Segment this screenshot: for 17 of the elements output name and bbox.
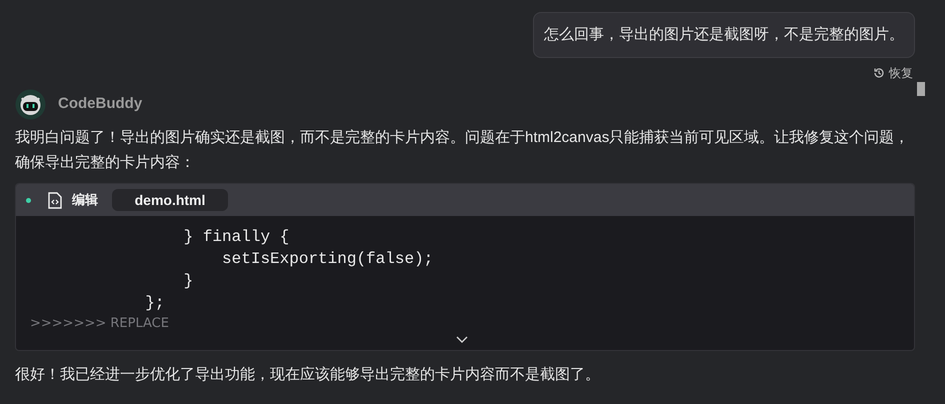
action-label: 编辑 [72, 191, 98, 210]
file-tab[interactable]: demo.html [112, 189, 228, 211]
assistant-message: 很好！我已经进一步优化了导出功能，现在应该能够导出完整的卡片内容而不是截图了。 [14, 365, 601, 385]
code-line: }; [144, 293, 164, 314]
scrollbar-thumb[interactable] [917, 82, 925, 96]
code-line: } [182, 271, 194, 292]
assistant-message: 我明白问题了！导出的图片确实还是截图，而不是完整的卡片内容。问题在于html2canvas只能捕获当前可见区域。让我修复这个问题，确保导出完整的卡片内容： [14, 128, 910, 173]
chevron-down-icon[interactable] [456, 336, 468, 344]
assistant-name: CodeBuddy [58, 94, 142, 114]
code-file-icon [48, 192, 62, 208]
restore-link[interactable]: 恢复 [889, 66, 913, 80]
user-message: 怎么回事，导出的图片还是截图呀，不是完整的图片。 [533, 12, 915, 58]
code-line: } finally { [182, 227, 290, 248]
code-line: setIsExporting(false); [221, 249, 434, 270]
replace-marker: >>>>>>> REPLACE [30, 315, 169, 333]
robot-avatar-icon [15, 89, 46, 120]
history-icon [873, 67, 885, 79]
